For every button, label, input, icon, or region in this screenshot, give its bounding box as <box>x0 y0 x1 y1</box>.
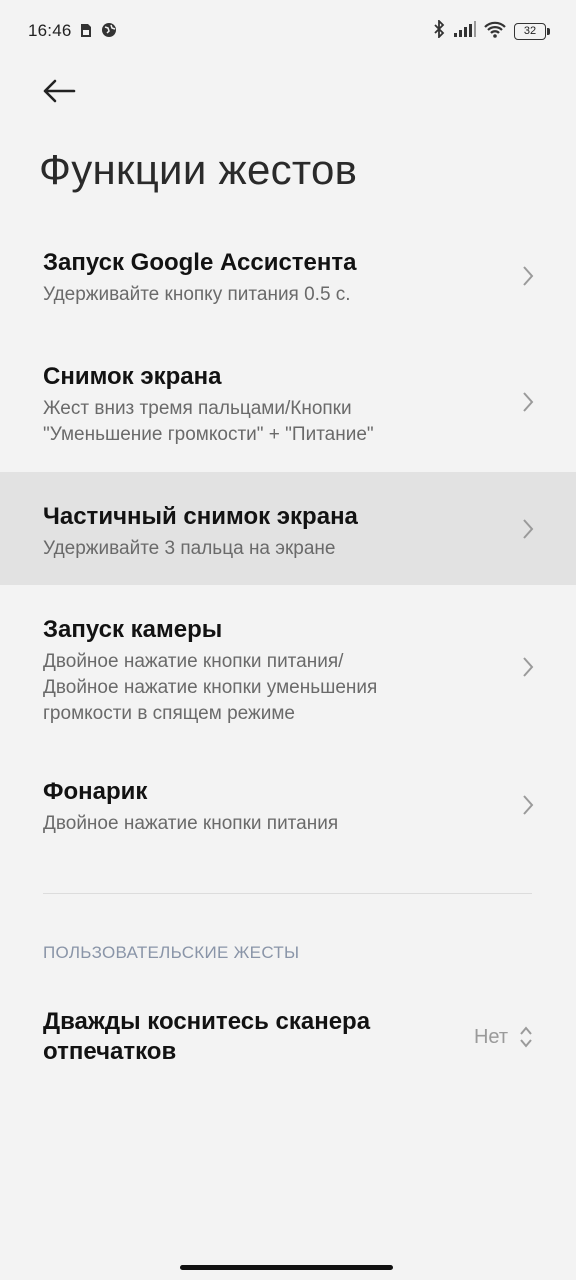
gesture-item-screenshot[interactable]: Снимок экрана Жест вниз тремя пальцами/К… <box>0 350 576 468</box>
wifi-icon <box>484 21 506 43</box>
home-indicator[interactable] <box>180 1265 393 1270</box>
status-bar: 16:46 32 <box>0 0 576 64</box>
divider <box>43 893 532 894</box>
gesture-item-launch-camera[interactable]: Запуск камеры Двойное нажатие кнопки пит… <box>0 590 576 740</box>
globe-icon <box>101 22 117 43</box>
gesture-item-subtitle: Удерживайте кнопку питания 0.5 с. <box>43 284 351 305</box>
fingerprint-double-tap-title: Дважды коснитесь сканера отпечатков <box>43 1008 371 1065</box>
gesture-item-title: Запуск камеры <box>43 616 223 643</box>
chevron-right-icon <box>523 392 534 412</box>
chevron-right-icon <box>523 795 534 815</box>
page-title: Функции жестов <box>39 146 358 193</box>
gesture-item-title: Фонарик <box>43 778 148 805</box>
status-time: 16:46 <box>28 21 72 40</box>
gesture-item-subtitle: Двойное нажатие кнопки питания <box>43 813 339 834</box>
gesture-item-title: Запуск Google Ассистента <box>43 249 357 276</box>
section-header-custom-gestures: ПОЛЬЗОВАТЕЛЬСКИЕ ЖЕСТЫ <box>43 943 300 962</box>
chevron-right-icon <box>523 657 534 677</box>
gesture-item-title: Частичный снимок экрана <box>43 503 358 530</box>
chevron-right-icon <box>523 266 534 286</box>
back-button[interactable] <box>42 76 82 110</box>
gesture-item-subtitle: Жест вниз тремя пальцами/Кнопки "Уменьше… <box>43 398 374 445</box>
fingerprint-double-tap-value[interactable]: Нет <box>474 1026 508 1049</box>
chevron-right-icon <box>523 519 534 539</box>
gesture-item-partial-screenshot[interactable]: Частичный снимок экрана Удерживайте 3 па… <box>0 472 576 585</box>
gesture-item-subtitle: Двойное нажатие кнопки питания/ Двойное … <box>43 651 378 724</box>
gesture-item-google-assistant[interactable]: Запуск Google Ассистента Удерживайте кно… <box>0 236 576 344</box>
signal-icon <box>454 21 476 42</box>
arrow-left-icon <box>42 79 76 108</box>
battery-icon: 32 <box>514 23 550 40</box>
chevron-up-down-icon[interactable] <box>518 1024 534 1050</box>
gesture-item-flashlight[interactable]: Фонарик Двойное нажатие кнопки питания <box>0 760 576 860</box>
status-left-icons <box>80 22 117 43</box>
bluetooth-icon <box>432 18 446 43</box>
sim-icon <box>80 23 92 43</box>
gesture-item-title: Снимок экрана <box>43 363 222 390</box>
status-right-icons: 32 <box>432 18 550 43</box>
gesture-item-subtitle: Удерживайте 3 пальца на экране <box>43 538 336 559</box>
